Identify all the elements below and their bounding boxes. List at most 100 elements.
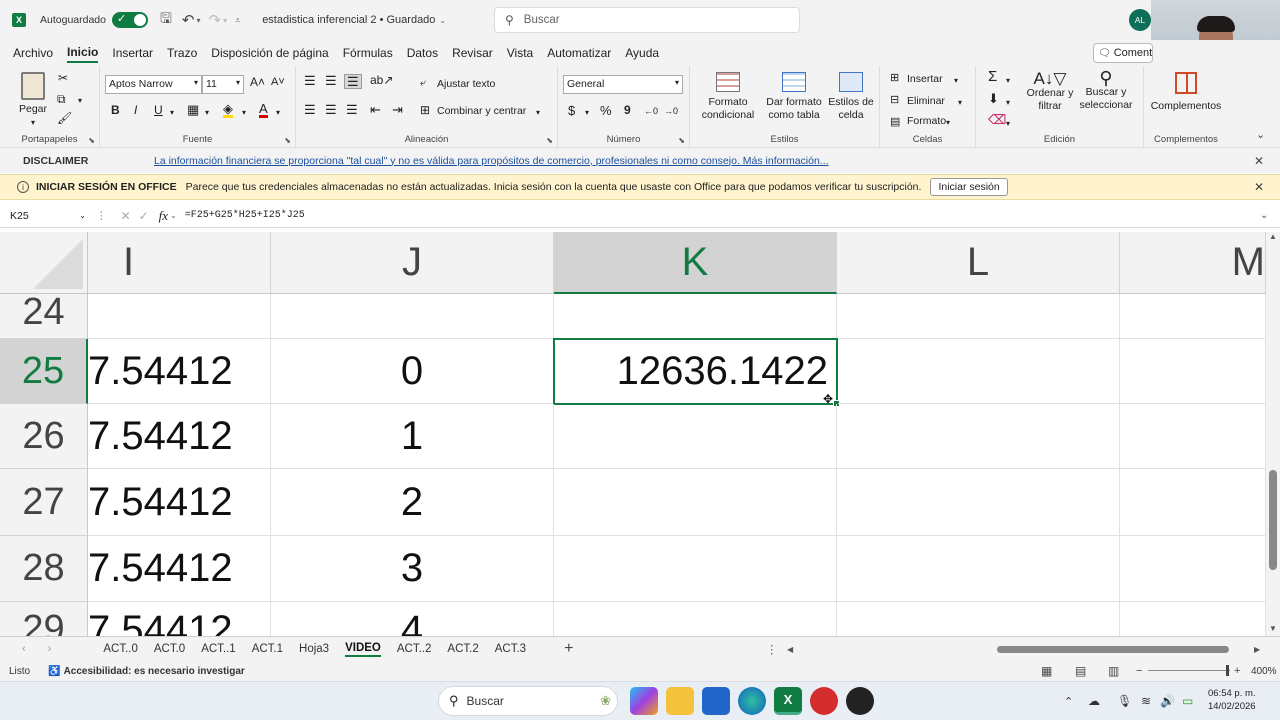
sheet-tab[interactable]: ACT.1 [252, 643, 283, 655]
cell-m29[interactable] [1120, 602, 1266, 636]
column-header-i[interactable]: I [88, 232, 271, 294]
cell-l28[interactable] [837, 536, 1120, 602]
copy-icon[interactable]: ⧉ [57, 93, 66, 106]
wrap-text-icon[interactable]: ⤶ [420, 77, 426, 90]
more-icon[interactable]: ⋮ [766, 642, 778, 656]
file-explorer-icon[interactable] [666, 687, 694, 715]
font-color-icon[interactable]: A [259, 102, 268, 118]
delete-dropdown-icon[interactable]: ▾ [958, 96, 962, 109]
copy-dropdown-icon[interactable]: ▾ [78, 94, 82, 107]
add-sheet-icon[interactable]: + [564, 640, 573, 658]
windows-start-icon[interactable] [404, 691, 424, 711]
decrease-indent-icon[interactable]: ⇤ [370, 103, 381, 116]
menu-disposicion[interactable]: Disposición de página [211, 44, 328, 62]
cell-i26[interactable]: 7.54412 [88, 404, 271, 469]
comments-button[interactable]: 🗨 Coment [1093, 43, 1153, 63]
currency-dropdown-icon[interactable]: ▾ [585, 106, 589, 119]
menu-formulas[interactable]: Fórmulas [343, 44, 393, 62]
fx-dropdown-icon[interactable]: ⌄ [170, 211, 177, 220]
undo-icon[interactable]: ↶ [182, 11, 195, 29]
save-icon[interactable]: 🖫 [160, 8, 172, 32]
menu-inicio[interactable]: Inicio [67, 43, 99, 63]
cell-styles-button[interactable]: Estilos de celda [826, 72, 876, 122]
paste-button[interactable]: Pegar ▾ [14, 72, 52, 129]
menu-archivo[interactable]: Archivo [13, 44, 53, 62]
dialog-launcher-icon[interactable]: ⬊ [88, 136, 95, 145]
cell-j28[interactable]: 3 [271, 536, 554, 602]
zoom-out-icon[interactable]: − [1136, 665, 1142, 677]
disclaimer-link[interactable]: La información financiera se proporciona… [154, 155, 829, 167]
font-size-select[interactable]: 11 ▾ [202, 75, 244, 94]
dialog-launcher-icon[interactable]: ⬊ [546, 136, 553, 145]
autosave-toggle[interactable]: ✓ [111, 12, 148, 28]
taskbar-search[interactable]: ⚲ Buscar ❀ [438, 686, 618, 716]
cell-i24[interactable] [88, 294, 271, 339]
search-box[interactable]: ⚲ Buscar [494, 7, 800, 33]
row-header-24[interactable]: 24 [0, 291, 88, 339]
microphone-icon[interactable]: 🎙 [1117, 694, 1132, 708]
orientation-icon[interactable]: ab↗ [370, 74, 393, 87]
select-all-corner[interactable] [0, 232, 88, 294]
dialog-launcher-icon[interactable]: ⬊ [284, 136, 291, 145]
align-bottom-icon[interactable]: ☰ [344, 74, 362, 89]
align-left-icon[interactable]: ☰ [304, 103, 316, 116]
cell-i27[interactable]: 7.54412 [88, 469, 271, 536]
cell-i25[interactable]: 7.54412 [88, 339, 271, 404]
cut-icon[interactable]: ✂ [58, 72, 68, 85]
zoom-slider-thumb[interactable] [1226, 665, 1229, 676]
fill-color-icon[interactable]: ◈ [223, 102, 233, 118]
undo-dropdown-icon[interactable]: ▾ [197, 16, 201, 25]
merge-icon[interactable]: ⊞ [420, 104, 430, 117]
find-select-button[interactable]: ⚲ Buscar y seleccionar [1074, 69, 1138, 112]
merge-dropdown-icon[interactable]: ▾ [536, 106, 540, 119]
autosum-dropdown-icon[interactable]: ▾ [1006, 74, 1010, 87]
row-header-27[interactable]: 27 [0, 469, 88, 536]
decrease-font-icon[interactable]: A˅ [271, 76, 285, 89]
insert-function-icon[interactable]: fx [159, 208, 168, 224]
cell-m28[interactable] [1120, 536, 1266, 602]
normal-view-icon[interactable]: ▦ [1041, 664, 1052, 678]
expand-formula-icon[interactable]: ⌄ [1260, 210, 1268, 221]
redo-icon[interactable]: ↷ [209, 11, 222, 29]
column-header-l[interactable]: L [837, 232, 1120, 294]
sheet-tab[interactable]: ACT..2 [397, 643, 432, 655]
increase-decimal-icon[interactable]: ←0 [644, 105, 658, 118]
cell-l27[interactable] [837, 469, 1120, 536]
obs-icon[interactable] [846, 687, 874, 715]
sheet-tab[interactable]: ACT.2 [447, 643, 478, 655]
document-title[interactable]: estadistica inferencial 2 • Guardado [262, 14, 435, 26]
cell-l25[interactable] [838, 339, 1120, 404]
page-layout-icon[interactable]: ▤ [1075, 664, 1086, 678]
bold-button[interactable]: B [111, 104, 120, 117]
sort-filter-button[interactable]: A↓▽ Ordenar y filtrar [1022, 70, 1078, 113]
scroll-right-icon[interactable]: ▶ [1254, 645, 1260, 654]
cell-m26[interactable] [1120, 404, 1266, 469]
page-break-icon[interactable]: ▥ [1108, 664, 1119, 678]
menu-insertar[interactable]: Insertar [112, 44, 153, 62]
cell-m25[interactable] [1120, 339, 1266, 404]
wifi-icon[interactable]: ≋ [1141, 694, 1151, 708]
cell-j29[interactable]: 4 [271, 602, 554, 636]
row-header-28[interactable]: 28 [0, 536, 88, 602]
insert-cells-button[interactable]: Insertar [907, 73, 943, 86]
menu-revisar[interactable]: Revisar [452, 44, 493, 62]
scroll-up-icon[interactable]: ▲ [1269, 232, 1277, 241]
enter-icon[interactable]: ✓ [139, 209, 149, 223]
increase-indent-icon[interactable]: ⇥ [392, 103, 403, 116]
chevron-up-icon[interactable]: ⌃ [1064, 695, 1073, 708]
align-top-icon[interactable]: ☰ [304, 74, 316, 87]
underline-button[interactable]: U [154, 104, 163, 117]
borders-icon[interactable]: ▦ [187, 103, 199, 116]
formula-input[interactable]: =F25+G25*H25+I25*J25 [185, 210, 305, 221]
cell-j25[interactable]: 0 [271, 339, 554, 404]
cell-m27[interactable] [1120, 469, 1266, 536]
sheet-tab-active[interactable]: VIDEO [345, 642, 381, 657]
addins-button[interactable]: Complementos [1148, 72, 1224, 113]
align-middle-icon[interactable]: ☰ [325, 74, 337, 87]
cell-j26[interactable]: 1 [271, 404, 554, 469]
align-right-icon[interactable]: ☰ [346, 103, 358, 116]
acrobat-icon[interactable] [810, 687, 838, 715]
network-icon[interactable]: ☁ [1088, 694, 1100, 708]
fill-dropdown-icon[interactable]: ▾ [242, 106, 246, 119]
format-dropdown-icon[interactable]: ▾ [946, 116, 950, 129]
